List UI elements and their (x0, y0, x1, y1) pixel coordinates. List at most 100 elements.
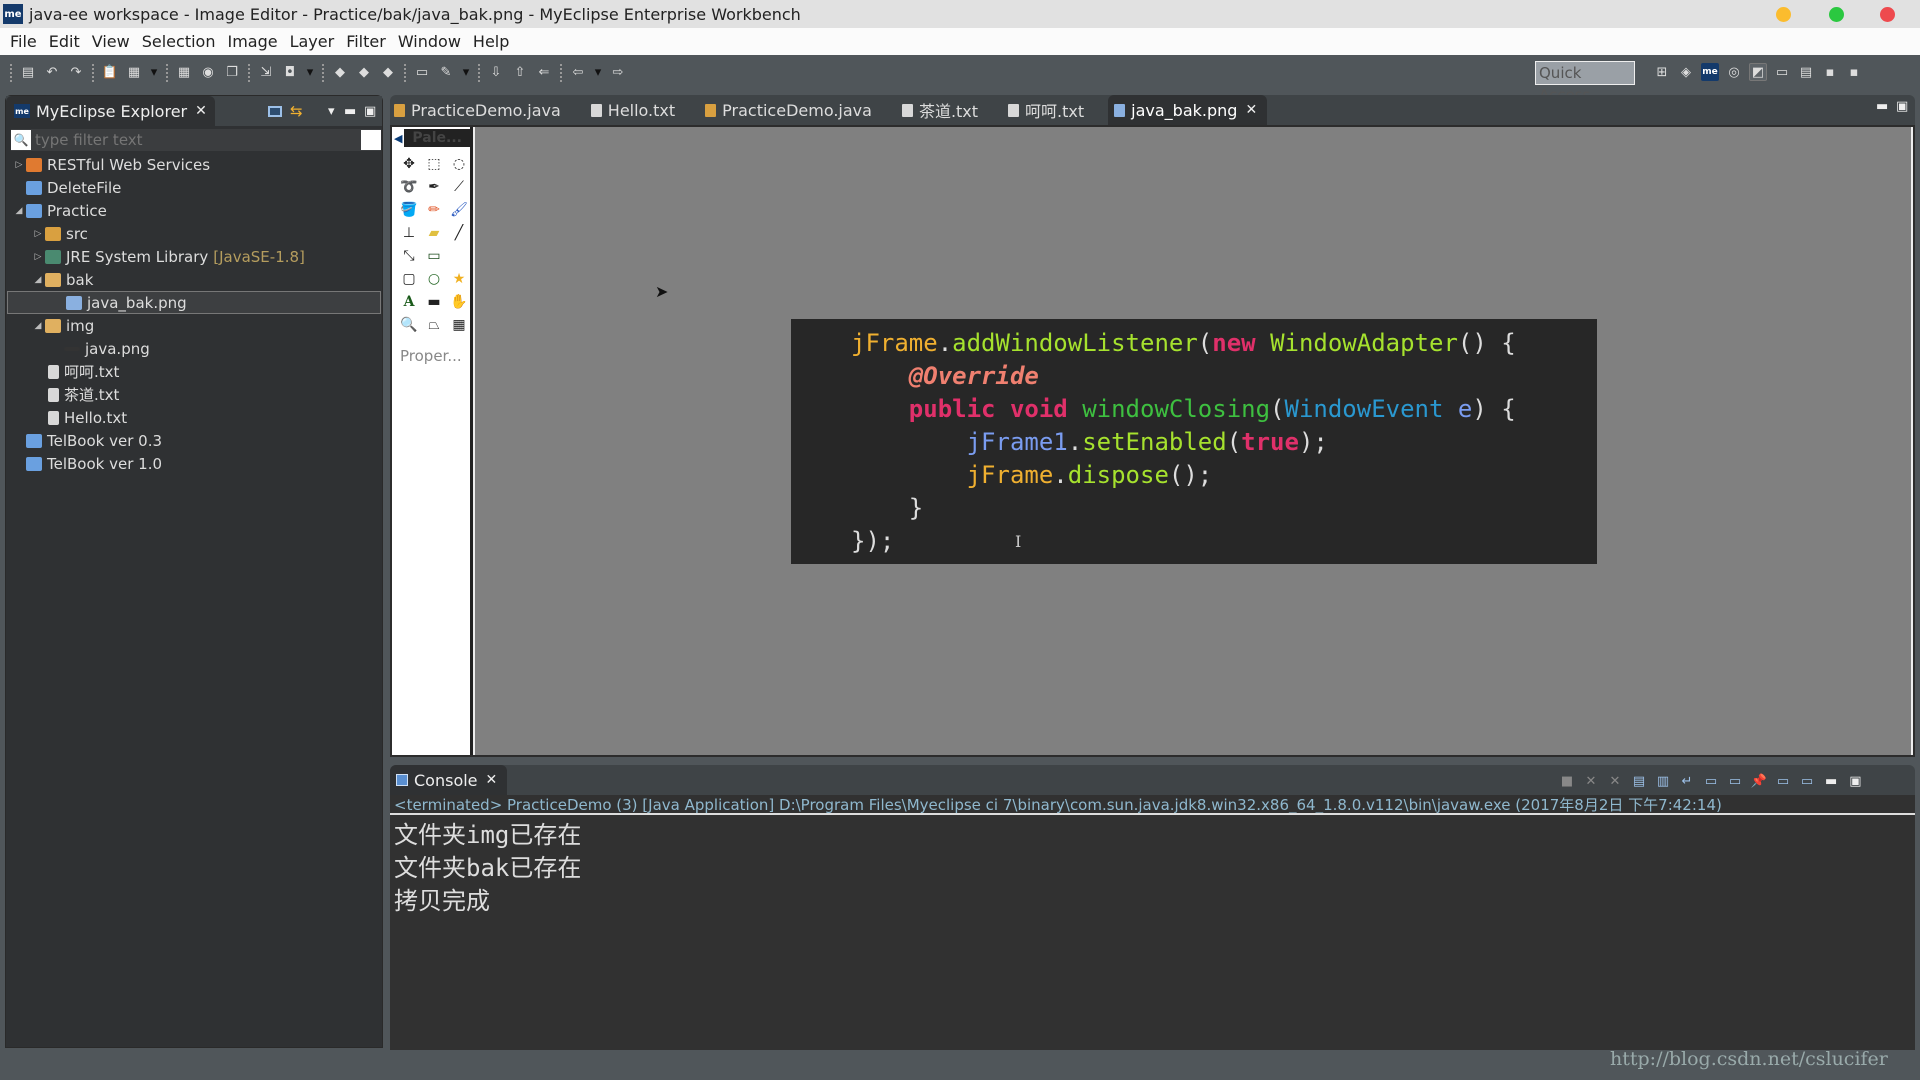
back-edit-icon[interactable]: ⇐ (535, 64, 553, 82)
measure-icon[interactable]: ⟋ (448, 176, 470, 197)
editor-tab[interactable]: PracticeDemo.java (390, 95, 571, 125)
editor-tab[interactable]: 呵呵.txt (1002, 95, 1094, 125)
rectangle-icon[interactable]: ▭ (423, 245, 445, 266)
tab-console[interactable]: Console ✕ (390, 765, 508, 795)
rounded-rect-icon[interactable]: ▢ (398, 268, 420, 289)
link-with-editor-icon[interactable]: ⇆ (290, 102, 303, 120)
layer-icon[interactable]: ◆ (379, 64, 397, 82)
expanded-arrow-icon[interactable]: ◢ (31, 321, 45, 331)
maximize-editor-icon[interactable]: ▣ (1896, 99, 1908, 114)
display-console-icon[interactable]: ▭ (1774, 772, 1792, 790)
show-on-stdout-icon[interactable]: ▭ (1702, 772, 1720, 790)
gradient-icon[interactable]: ▬ (423, 291, 445, 312)
menu-view[interactable]: View (86, 32, 136, 51)
menu-layer[interactable]: Layer (284, 32, 341, 51)
export-icon[interactable]: ⇲ (257, 64, 275, 82)
star-icon[interactable]: ★ (448, 268, 470, 289)
menu-help[interactable]: Help (467, 32, 515, 51)
tree-item[interactable]: 呵呵.txt (6, 360, 382, 383)
brush-icon[interactable]: 🖌 (448, 199, 470, 220)
globe-icon[interactable]: ◉ (199, 64, 217, 82)
quick-access-input[interactable]: Quick Access (1535, 61, 1635, 104)
tree-item[interactable]: ◢ Practice (6, 199, 382, 222)
ellipse-select-icon[interactable]: ◌ (448, 153, 470, 174)
open-perspective-icon[interactable]: ⊞ (1653, 63, 1671, 81)
download-icon[interactable]: ⇩ (487, 64, 505, 82)
rect-select-icon[interactable]: ⬚ (423, 153, 445, 174)
menu-filter[interactable]: Filter (340, 32, 392, 51)
remove-all-icon[interactable]: ✕ (1606, 772, 1624, 790)
tree-item[interactable]: TelBook ver 0.3 (6, 429, 382, 452)
close-window-button[interactable] (1880, 7, 1895, 22)
debug-perspective-icon[interactable]: ◎ (1725, 63, 1743, 81)
terminate-icon[interactable]: ■ (1558, 772, 1576, 790)
scroll-lock-icon[interactable]: ▥ (1654, 772, 1672, 790)
text-icon[interactable]: A (398, 291, 420, 312)
minimize-view-icon[interactable]: ▬ (344, 104, 356, 119)
arrow-icon[interactable]: ⤡ (398, 245, 420, 266)
back-icon[interactable]: ⇦ (569, 64, 587, 82)
undo-icon[interactable]: ↶ (43, 64, 61, 82)
menu-edit[interactable]: Edit (43, 32, 86, 51)
maximize-button[interactable] (1829, 7, 1844, 22)
tree-item[interactable]: ▷ src (6, 222, 382, 245)
properties-section[interactable]: Proper... (392, 347, 470, 365)
new-console-icon[interactable]: ▭ (1798, 772, 1816, 790)
tree-item[interactable]: ▷ JRE System Library [JavaSE-1.8] (6, 245, 382, 268)
clear-filter-button[interactable] (361, 130, 381, 150)
tree-item[interactable]: ◢ bak (6, 268, 382, 291)
ellipse-icon[interactable]: ○ (423, 268, 445, 289)
dropdown-icon[interactable]: ▾ (305, 64, 315, 82)
grid-icon[interactable]: ▦ (175, 64, 193, 82)
tab-myeclipse-explorer[interactable]: me MyEclipse Explorer ✕ (6, 96, 215, 126)
editor-tab[interactable]: Hello.txt (585, 95, 685, 125)
dropdown-icon[interactable]: ▾ (461, 64, 471, 82)
layer-icon[interactable]: ◆ (355, 64, 373, 82)
collapsed-arrow-icon[interactable]: ▷ (31, 229, 45, 239)
save-all-icon[interactable]: ▪ (1845, 63, 1863, 81)
camera-icon[interactable]: ◘ (281, 64, 299, 82)
menu-window[interactable]: Window (392, 32, 467, 51)
menu-file[interactable]: File (4, 32, 43, 51)
expanded-arrow-icon[interactable]: ◢ (31, 275, 45, 285)
editor-tab[interactable]: PracticeDemo.java (699, 95, 882, 125)
view-menu-icon[interactable]: ▾ (328, 104, 335, 119)
forward-icon[interactable]: ⇨ (609, 64, 627, 82)
word-wrap-icon[interactable]: ↵ (1678, 772, 1696, 790)
lasso-icon[interactable]: ➰ (398, 176, 420, 197)
tree-item[interactable]: java.png (6, 337, 382, 360)
close-icon[interactable]: ✕ (195, 103, 207, 119)
close-icon[interactable]: ✕ (486, 772, 498, 788)
dropdown-icon[interactable]: ▾ (593, 64, 603, 82)
new-window-icon[interactable]: ▭ (1773, 63, 1791, 81)
maximize-view-icon[interactable]: ▣ (364, 104, 376, 119)
collapsed-arrow-icon[interactable]: ▷ (12, 160, 26, 170)
line-icon[interactable]: ╱ (448, 222, 470, 243)
new-view-icon[interactable]: ▤ (1797, 63, 1815, 81)
fill-bucket-icon[interactable]: 🪣 (398, 199, 420, 220)
collapsed-arrow-icon[interactable]: ▷ (31, 252, 45, 262)
collapse-palette-icon[interactable]: ◀ (392, 132, 404, 145)
redo-icon[interactable]: ↷ (67, 64, 85, 82)
eyedropper-icon[interactable]: ✒ (423, 176, 445, 197)
new-icon[interactable]: ▤ (19, 64, 37, 82)
editor-tab[interactable]: java_bak.png ✕ (1108, 95, 1268, 125)
editor-tab[interactable]: 茶道.txt (896, 95, 988, 125)
clear-console-icon[interactable]: ▤ (1630, 772, 1648, 790)
menu-selection[interactable]: Selection (136, 32, 222, 51)
tree-item[interactable]: ▷ RESTful Web Services (6, 153, 382, 176)
layer-icon[interactable]: ◆ (331, 64, 349, 82)
open-folder-icon[interactable]: ▭ (413, 64, 431, 82)
maximize-console-icon[interactable]: ▣ (1849, 774, 1861, 789)
dropdown-icon[interactable]: ▾ (149, 64, 159, 82)
filter-input[interactable] (35, 131, 355, 149)
copy-icon[interactable]: ❐ (223, 64, 241, 82)
palette-icon[interactable]: ▦ (125, 64, 143, 82)
mesh-icon[interactable]: ▦ (448, 314, 470, 335)
tree-item[interactable]: TelBook ver 1.0 (6, 452, 382, 475)
hand-icon[interactable]: ✋ (448, 291, 470, 312)
stamp-icon[interactable]: ⊥ (398, 222, 420, 243)
tree-item[interactable]: ◢ img (6, 314, 382, 337)
show-on-stderr-icon[interactable]: ▭ (1726, 772, 1744, 790)
tree-item[interactable]: java_bak.png (7, 291, 381, 314)
